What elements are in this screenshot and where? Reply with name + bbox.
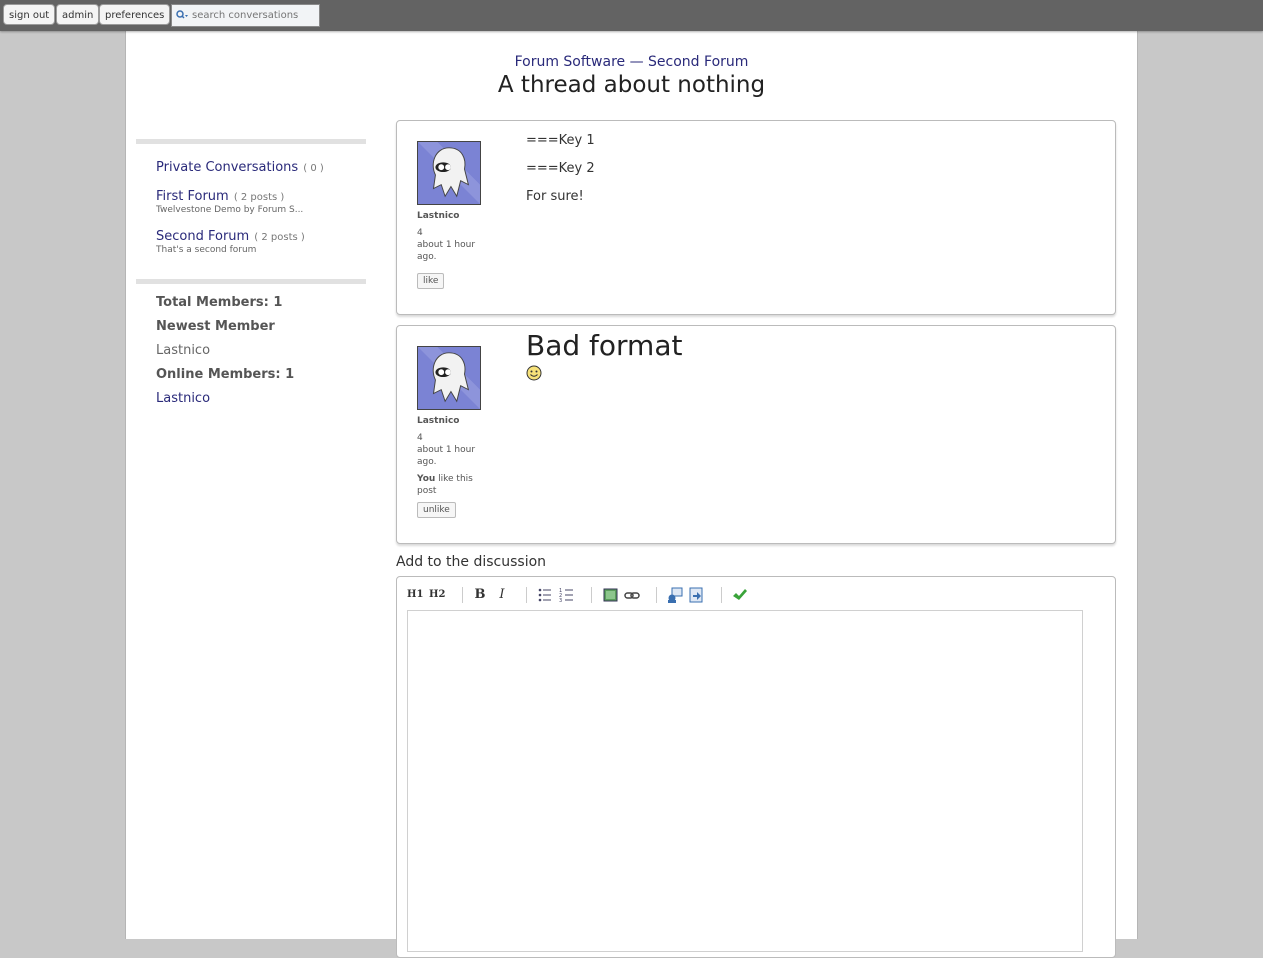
- post-author[interactable]: Lastnico: [417, 415, 492, 427]
- unlike-button[interactable]: unlike: [417, 502, 456, 518]
- search-box: [171, 4, 320, 27]
- breadcrumb-forum-link[interactable]: Second Forum: [648, 54, 748, 70]
- forum-description: Twelvestone Demo by Forum S...: [156, 205, 304, 215]
- sidebar: Private Conversations ( 0 ) First Forum …: [136, 139, 366, 426]
- h1-button[interactable]: H1: [407, 586, 423, 604]
- toolbar-separator: [526, 587, 527, 603]
- post-count: 4: [417, 433, 423, 443]
- post-time: about 1 hour ago.: [417, 240, 476, 262]
- forum-description: That's a second forum: [156, 245, 257, 255]
- online-members: Online Members: 1: [156, 367, 295, 382]
- post: Lastnico 4 about 1 hour ago. You like th…: [396, 325, 1116, 544]
- forum-list: Private Conversations ( 0 ) First Forum …: [136, 144, 366, 279]
- post-line: ===Key 1: [526, 133, 595, 148]
- forum-link[interactable]: Second Forum: [156, 229, 249, 244]
- toolbar-separator: [656, 587, 657, 603]
- svg-text:3: 3: [559, 598, 562, 604]
- reply-editor: H1 H2 B I 1 2 3: [396, 576, 1116, 958]
- forum-count: ( 0 ): [303, 163, 324, 174]
- search-icon[interactable]: [175, 9, 189, 21]
- admin-button[interactable]: admin: [56, 4, 100, 25]
- toolbar-separator: [462, 587, 463, 603]
- avatar[interactable]: [417, 141, 481, 205]
- post-author[interactable]: Lastnico: [417, 210, 492, 222]
- forum-item-second-forum: Second Forum ( 2 posts ) That's a second…: [156, 225, 346, 255]
- post-meta: Lastnico 4 about 1 hour ago. You like th…: [417, 415, 492, 497]
- forum-link[interactable]: Private Conversations: [156, 160, 298, 175]
- quote-icon[interactable]: [667, 586, 683, 604]
- like-button[interactable]: like: [417, 273, 445, 289]
- smiley-icon: [526, 365, 542, 381]
- bold-button[interactable]: B: [473, 586, 487, 604]
- breadcrumb-site-link[interactable]: Forum Software: [515, 54, 626, 70]
- like-status-you: You: [417, 474, 436, 484]
- breadcrumb-separator: —: [625, 54, 649, 70]
- forum-count: ( 2 posts ): [254, 232, 305, 243]
- member-stats: Total Members: 1 Newest Member Lastnico …: [136, 284, 366, 426]
- top-bar: sign out admin preferences: [0, 0, 1263, 31]
- post-count: 4: [417, 228, 423, 238]
- breadcrumb: Forum Software — Second Forum: [126, 54, 1137, 70]
- image-icon[interactable]: [603, 586, 619, 604]
- newest-member-label: Newest Member: [156, 319, 275, 334]
- add-discussion-label: Add to the discussion: [396, 554, 547, 570]
- search-input[interactable]: [192, 7, 316, 24]
- post-heading: Bad format: [526, 329, 683, 362]
- h2-button[interactable]: H2: [429, 586, 445, 604]
- toolbar-separator: [591, 587, 592, 603]
- sign-out-button[interactable]: sign out: [3, 4, 56, 25]
- reply-textarea[interactable]: [407, 610, 1083, 952]
- numbered-list-icon[interactable]: 1 2 3: [559, 586, 575, 604]
- forum-link[interactable]: First Forum: [156, 189, 229, 204]
- post-body: ===Key 1 ===Key 2 For sure!: [526, 133, 595, 217]
- toolbar-separator: [721, 587, 722, 603]
- post-meta: Lastnico 4 about 1 hour ago.: [417, 210, 492, 263]
- page-title: A thread about nothing: [497, 72, 766, 98]
- code-icon[interactable]: [688, 586, 704, 604]
- online-member-link[interactable]: Lastnico: [156, 391, 346, 406]
- bullet-list-icon[interactable]: [537, 586, 553, 604]
- avatar[interactable]: [417, 346, 481, 410]
- forum-item-private-conversations: Private Conversations ( 0 ): [156, 156, 346, 175]
- total-members: Total Members: 1: [156, 295, 283, 310]
- forum-count: ( 2 posts ): [233, 192, 285, 203]
- page-content: Forum Software — Second Forum A thread a…: [125, 31, 1138, 958]
- checkmark-icon[interactable]: [732, 586, 748, 604]
- italic-button[interactable]: I: [495, 586, 509, 604]
- forum-item-first-forum: First Forum ( 2 posts ) Twelvestone Demo…: [156, 185, 346, 215]
- newest-member: Lastnico: [156, 343, 211, 358]
- post: Lastnico 4 about 1 hour ago. like ===Key…: [396, 120, 1116, 315]
- post-line: ===Key 2: [526, 161, 595, 176]
- preferences-button[interactable]: preferences: [99, 4, 171, 25]
- like-status: You like this post: [417, 473, 492, 497]
- link-icon[interactable]: [624, 586, 640, 604]
- post-line: For sure!: [526, 189, 584, 204]
- post-time: about 1 hour ago.: [417, 445, 476, 467]
